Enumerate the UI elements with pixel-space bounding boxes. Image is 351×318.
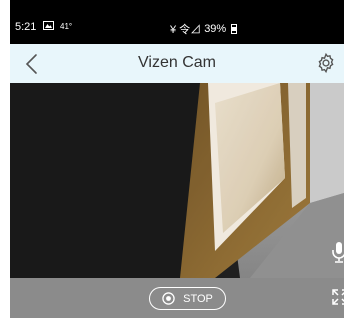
status-right: ¥ 令⊿ 39%	[170, 21, 238, 37]
control-bar: STOP	[10, 278, 344, 318]
app-frame: 5:21 41° ¥ 令⊿ 39% Vizen Cam STOP	[10, 0, 344, 318]
battery-icon	[231, 24, 238, 34]
status-temperature: 41°	[60, 22, 73, 31]
camera-image	[10, 83, 344, 278]
app-header: Vizen Cam	[10, 44, 344, 83]
signal-icons: ¥ 令⊿	[170, 24, 202, 36]
fullscreen-icon[interactable]	[331, 288, 344, 306]
status-time: 5:21	[15, 21, 37, 33]
microphone-icon[interactable]	[330, 240, 344, 264]
status-bar: 5:21 41° ¥ 令⊿ 39%	[10, 0, 344, 44]
record-icon	[162, 292, 175, 305]
camera-feed[interactable]	[10, 83, 344, 278]
stop-label: STOP	[183, 292, 213, 305]
gallery-icon	[43, 21, 54, 30]
stop-recording-button[interactable]: STOP	[149, 287, 226, 310]
page-title: Vizen Cam	[138, 54, 216, 71]
gear-icon[interactable]	[315, 52, 337, 74]
battery-percent: 39%	[204, 23, 227, 35]
